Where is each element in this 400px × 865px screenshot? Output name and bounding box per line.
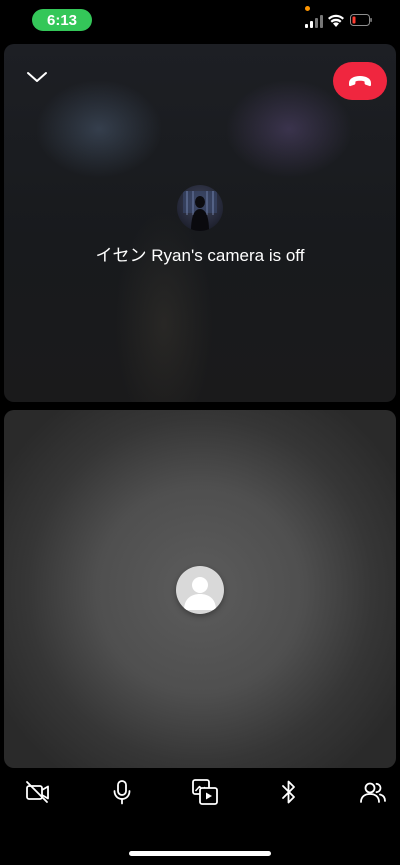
participants-button[interactable] bbox=[357, 776, 389, 808]
self-avatar bbox=[176, 566, 224, 614]
privacy-indicator-dot bbox=[305, 6, 310, 11]
camera-off-icon bbox=[26, 781, 49, 803]
bluetooth-audio-button[interactable] bbox=[273, 776, 305, 808]
collapse-button[interactable] bbox=[22, 64, 52, 90]
media-share-icon bbox=[192, 779, 218, 805]
camera-off-message: イセン Ryan's camera is off bbox=[95, 246, 305, 265]
bluetooth-icon bbox=[282, 780, 295, 804]
end-call-button[interactable] bbox=[333, 62, 387, 100]
wifi-icon bbox=[328, 14, 344, 27]
self-video-tile[interactable] bbox=[4, 410, 396, 768]
time-pill[interactable]: 6:13 bbox=[32, 9, 92, 31]
chevron-down-icon bbox=[27, 72, 47, 82]
remote-participant-avatar bbox=[177, 185, 223, 231]
end-call-icon bbox=[349, 76, 371, 87]
call-toolbar bbox=[0, 770, 400, 814]
microphone-button[interactable] bbox=[106, 776, 138, 808]
battery-low-icon bbox=[350, 14, 372, 26]
status-bar: 6:13 bbox=[0, 0, 400, 40]
default-user-avatar-icon bbox=[184, 577, 216, 610]
camera-toggle-button[interactable] bbox=[22, 776, 54, 808]
status-time: 6:13 bbox=[46, 11, 78, 29]
home-indicator[interactable] bbox=[129, 851, 271, 856]
remote-video-tile[interactable]: イセン Ryan's camera is off bbox=[4, 44, 396, 402]
microphone-icon bbox=[113, 780, 131, 805]
share-media-button[interactable] bbox=[189, 776, 221, 808]
participant-photo bbox=[183, 191, 217, 231]
cellular-signal-icon bbox=[305, 15, 323, 28]
participants-icon bbox=[360, 782, 386, 803]
